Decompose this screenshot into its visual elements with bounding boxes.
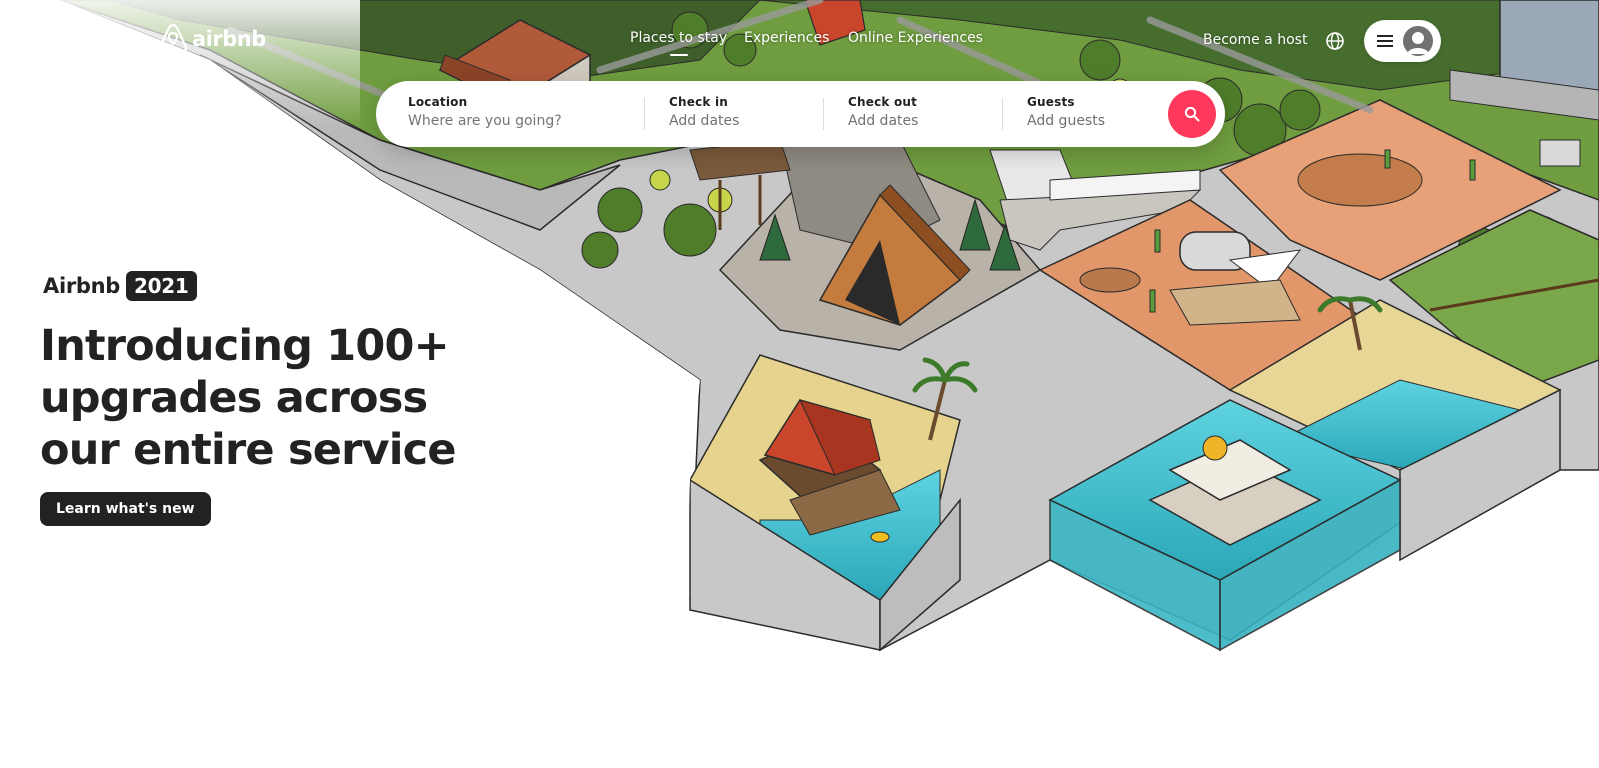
become-host-link[interactable]: Become a host xyxy=(1203,32,1307,48)
check-in-value: Add dates xyxy=(669,113,740,129)
nav-places-to-stay[interactable]: Places to stay xyxy=(630,30,727,56)
user-avatar-icon xyxy=(1403,26,1433,56)
main-nav: Places to stay Experiences Online Experi… xyxy=(0,30,1599,56)
check-out-field[interactable]: Check out Add dates xyxy=(848,81,1008,147)
badge-year: 2021 xyxy=(126,271,197,301)
hamburger-menu-icon xyxy=(1377,35,1393,47)
check-in-label: Check in xyxy=(669,95,729,109)
location-input[interactable] xyxy=(408,113,628,129)
search-divider xyxy=(644,98,645,130)
globe-icon[interactable] xyxy=(1324,30,1346,52)
location-field[interactable]: Location xyxy=(408,81,658,147)
top-header: airbnb Places to stay Experiences Online… xyxy=(0,0,1599,80)
airbnb-home-page: airbnb Places to stay Experiences Online… xyxy=(0,0,1599,768)
guests-field[interactable]: Guests Add guests xyxy=(1027,81,1157,147)
nav-online-experiences[interactable]: Online Experiences xyxy=(848,30,983,46)
guests-label: Guests xyxy=(1027,95,1075,109)
check-out-value: Add dates xyxy=(848,113,919,129)
search-button[interactable] xyxy=(1168,90,1216,138)
search-bar: Location Check in Add dates Check out Ad… xyxy=(376,81,1225,147)
hero-headline: Introducing 100+ upgrades across our ent… xyxy=(40,321,457,475)
nav-experiences[interactable]: Experiences xyxy=(744,30,829,46)
check-out-label: Check out xyxy=(848,95,918,109)
profile-menu-button[interactable] xyxy=(1364,20,1441,62)
search-divider xyxy=(823,98,824,130)
guests-value: Add guests xyxy=(1027,113,1106,129)
location-label: Location xyxy=(408,95,468,109)
search-icon xyxy=(1184,106,1200,122)
learn-whats-new-button[interactable]: Learn what's new xyxy=(40,492,211,526)
airbnb-2021-badge: Airbnb 2021 xyxy=(43,271,197,301)
search-divider xyxy=(1002,98,1003,130)
badge-brand-name: Airbnb xyxy=(43,274,121,298)
check-in-field[interactable]: Check in Add dates xyxy=(669,81,829,147)
